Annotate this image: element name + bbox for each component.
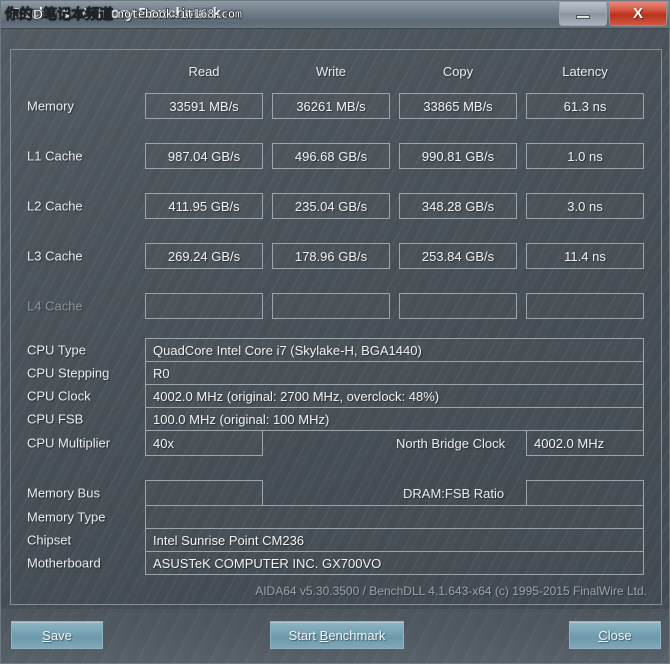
- l1-read-value: 987.04 GB/s: [145, 143, 263, 169]
- row-label-l3-cache: L3 Cache: [27, 248, 83, 264]
- label-motherboard: Motherboard: [27, 555, 101, 571]
- l2-read-value: 411.95 GB/s: [145, 193, 263, 219]
- l2-latency-value: 3.0 ns: [526, 193, 644, 219]
- minimize-icon: [576, 14, 590, 19]
- info-row-cpu-type: CPU Type QuadCore Intel Core i7 (Skylake…: [11, 338, 661, 362]
- label-cpu-type: CPU Type: [27, 342, 87, 358]
- value-motherboard: ASUSTeK COMPUTER INC. GX700VO: [145, 551, 644, 575]
- label-memory-bus: Memory Bus: [27, 485, 100, 501]
- table-row-l4-cache: L4 Cache: [11, 292, 661, 320]
- info-row-motherboard: Motherboard ASUSTeK COMPUTER INC. GX700V…: [11, 551, 661, 575]
- l2-copy-value: 348.28 GB/s: [399, 193, 517, 219]
- info-row-memory-bus: Memory Bus DRAM:FSB Ratio: [11, 480, 661, 506]
- start-benchmark-button-label: Start Benchmark: [288, 627, 386, 643]
- info-row-cpu-fsb: CPU FSB 100.0 MHz (original: 100 MHz): [11, 407, 661, 431]
- value-cpu-stepping: R0: [145, 361, 644, 385]
- save-button[interactable]: Save: [11, 621, 103, 649]
- info-row-cpu-clock: CPU Clock 4002.0 MHz (original: 2700 MHz…: [11, 384, 661, 408]
- value-cpu-type: QuadCore Intel Core i7 (Skylake-H, BGA14…: [145, 338, 644, 362]
- l3-latency-value: 11.4 ns: [526, 243, 644, 269]
- l4-latency-value: [526, 293, 644, 319]
- l4-read-value: [145, 293, 263, 319]
- close-button-label: Close: [598, 627, 632, 643]
- l4-copy-value: [399, 293, 517, 319]
- action-bar: Save Start Benchmark Close: [1, 609, 669, 663]
- info-row-chipset: Chipset Intel Sunrise Point CM236: [11, 528, 661, 552]
- info-row-memory-type: Memory Type: [11, 505, 661, 529]
- column-header-read: Read: [188, 64, 220, 79]
- memory-latency-value: 61.3 ns: [526, 93, 644, 119]
- value-cpu-fsb: 100.0 MHz (original: 100 MHz): [145, 407, 644, 431]
- save-button-label: Save: [42, 627, 72, 643]
- window-controls: X: [559, 2, 667, 26]
- column-header-write: Write: [315, 64, 347, 79]
- version-footer-text: AIDA64 v5.30.3500 / BenchDLL 4.1.643-x64…: [255, 584, 647, 598]
- l1-copy-value: 990.81 GB/s: [399, 143, 517, 169]
- value-north-bridge-clock: 4002.0 MHz: [526, 430, 644, 456]
- l1-write-value: 496.68 GB/s: [272, 143, 390, 169]
- label-north-bridge-clock: North Bridge Clock: [396, 436, 506, 451]
- row-label-l1-cache: L1 Cache: [27, 148, 83, 164]
- label-cpu-stepping: CPU Stepping: [27, 365, 110, 381]
- info-row-cpu-multiplier: CPU Multiplier 40x North Bridge Clock 40…: [11, 430, 661, 456]
- l3-write-value: 178.96 GB/s: [272, 243, 390, 269]
- value-chipset: Intel Sunrise Point CM236: [145, 528, 644, 552]
- table-row-memory: Memory 33591 MB/s 36261 MB/s 33865 MB/s …: [11, 92, 661, 120]
- info-row-cpu-stepping: CPU Stepping R0: [11, 361, 661, 385]
- table-row-l2-cache: L2 Cache 411.95 GB/s 235.04 GB/s 348.28 …: [11, 192, 661, 220]
- l1-latency-value: 1.0 ns: [526, 143, 644, 169]
- l4-write-value: [272, 293, 390, 319]
- start-benchmark-button[interactable]: Start Benchmark: [270, 621, 404, 649]
- memory-read-value: 33591 MB/s: [145, 93, 263, 119]
- benchmark-panel: Read Write Copy Latency Memory 33591 MB/…: [10, 49, 662, 605]
- memory-copy-value: 33865 MB/s: [399, 93, 517, 119]
- label-cpu-clock: CPU Clock: [27, 388, 91, 404]
- row-label-memory: Memory: [27, 98, 74, 114]
- value-cpu-multiplier: 40x: [145, 430, 263, 456]
- l3-copy-value: 253.84 GB/s: [399, 243, 517, 269]
- table-row-l3-cache: L3 Cache 269.24 GB/s 178.96 GB/s 253.84 …: [11, 242, 661, 270]
- label-dram-fsb-ratio: DRAM:FSB Ratio: [403, 486, 505, 501]
- value-dram-fsb-ratio: [526, 480, 644, 506]
- close-icon: X: [632, 5, 643, 22]
- memory-write-value: 36261 MB/s: [272, 93, 390, 119]
- close-button[interactable]: Close: [569, 621, 661, 649]
- window-title: Cache & Memory Benchmark: [11, 5, 221, 22]
- l2-write-value: 235.04 GB/s: [272, 193, 390, 219]
- table-row-l1-cache: L1 Cache 987.04 GB/s 496.68 GB/s 990.81 …: [11, 142, 661, 170]
- l3-read-value: 269.24 GB/s: [145, 243, 263, 269]
- label-cpu-multiplier: CPU Multiplier: [27, 435, 111, 451]
- column-header-copy: Copy: [442, 64, 474, 79]
- value-memory-bus: [145, 480, 263, 506]
- label-memory-type: Memory Type: [27, 509, 106, 525]
- minimize-button[interactable]: [559, 2, 607, 26]
- row-label-l2-cache: L2 Cache: [27, 198, 83, 214]
- label-cpu-fsb: CPU FSB: [27, 411, 84, 427]
- close-window-button[interactable]: X: [609, 2, 667, 26]
- aida64-benchmark-window: Cache & Memory Benchmark 你的D笔记本频道 notebo…: [0, 0, 670, 664]
- value-memory-type: [145, 505, 644, 529]
- value-cpu-clock: 4002.0 MHz (original: 2700 MHz, overcloc…: [145, 384, 644, 408]
- column-header-latency: Latency: [562, 64, 608, 79]
- title-bar[interactable]: Cache & Memory Benchmark 你的D笔记本频道 notebo…: [1, 1, 669, 29]
- label-chipset: Chipset: [27, 532, 72, 548]
- row-label-l4-cache: L4 Cache: [27, 298, 83, 314]
